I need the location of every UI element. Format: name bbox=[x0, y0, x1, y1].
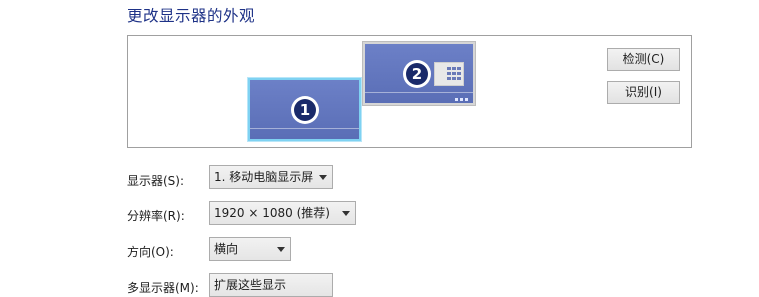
monitor-2-thumbnail[interactable]: 2 bbox=[362, 41, 476, 106]
resolution-select[interactable]: 1920 × 1080 (推荐) bbox=[209, 201, 356, 225]
display-arrangement-preview[interactable]: 1 2 检测(C) 识别(I) bbox=[127, 35, 692, 148]
monitor-number-badge: 2 bbox=[403, 60, 431, 88]
multiple-displays-label: 多显示器(M): bbox=[127, 281, 199, 295]
chevron-down-icon bbox=[341, 202, 351, 224]
page-title: 更改显示器的外观 bbox=[127, 7, 256, 25]
orientation-select[interactable]: 横向 bbox=[209, 237, 291, 261]
identify-button[interactable]: 识别(I) bbox=[607, 81, 680, 104]
detect-button[interactable]: 检测(C) bbox=[607, 48, 680, 71]
chevron-down-icon bbox=[276, 238, 286, 260]
orientation-label: 方向(O): bbox=[127, 245, 174, 259]
monitor-number-badge: 1 bbox=[291, 96, 319, 124]
taskbar-line bbox=[250, 128, 359, 129]
display-label: 显示器(S): bbox=[127, 174, 185, 188]
start-screen-icon bbox=[434, 62, 464, 86]
resolution-label: 分辨率(R): bbox=[127, 209, 185, 223]
taskbar-dots-icon bbox=[455, 98, 468, 101]
monitor-1-thumbnail[interactable]: 1 bbox=[247, 77, 362, 142]
multiple-displays-select[interactable]: 扩展这些显示 bbox=[209, 273, 333, 297]
display-select[interactable]: 1. 移动电脑显示屏 bbox=[209, 165, 333, 189]
chevron-down-icon bbox=[318, 166, 328, 188]
taskbar-line bbox=[365, 92, 473, 93]
